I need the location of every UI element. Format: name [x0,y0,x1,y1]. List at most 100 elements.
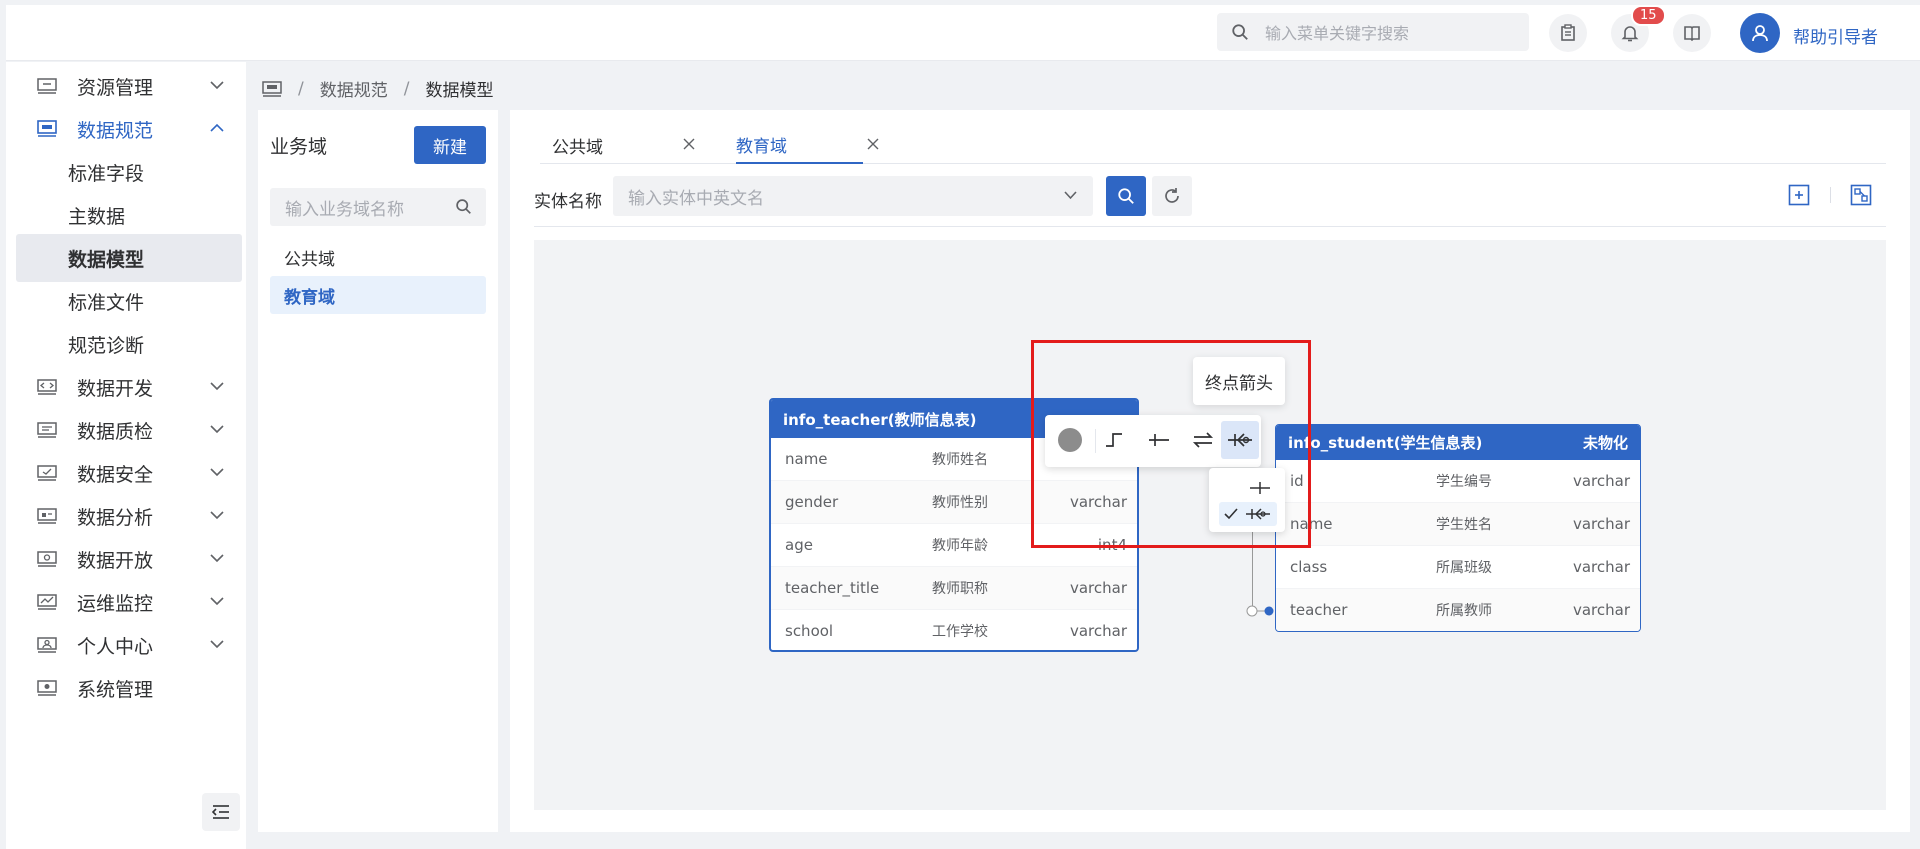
domain-search-input[interactable]: 输入业务域名称 [270,188,486,226]
field-comment: 工作学校 [932,624,988,640]
sidebar-item-data-spec[interactable]: 数据规范 [16,105,242,153]
field-name: gender [785,493,839,511]
sidebar-sub-diagnosis[interactable]: 规范诊断 [16,320,242,368]
add-box-icon [1788,184,1810,206]
menu-search-placeholder: 输入菜单关键字搜索 [1265,24,1410,43]
table-row[interactable]: id 学生编号 varchar [1276,460,1640,503]
chevron-down-icon [210,382,224,391]
field-name: class [1290,558,1328,576]
document-icon [37,422,57,438]
search-button[interactable] [1106,176,1146,216]
refresh-button[interactable] [1152,176,1192,216]
tab-bar: 公共域 教育域 [540,126,1886,164]
domain-panel: 业务域 新建 输入业务域名称 公共域 教育域 [258,110,498,832]
domain-search-placeholder: 输入业务域名称 [285,199,404,220]
home-monitor-icon[interactable] [262,80,282,97]
monitor-line-icon [37,594,57,610]
sidebar-item-quality[interactable]: 数据质检 [16,406,242,454]
field-comment: 教师职称 [932,581,988,597]
sidebar-sub-data-model[interactable]: 数据模型 [16,234,242,282]
breadcrumb-item[interactable]: 数据规范 [320,76,388,101]
tab-education[interactable]: 教育域 [736,126,879,164]
layout-icon [1850,184,1872,206]
field-comment: 学生姓名 [1436,517,1492,533]
sidebar-item-open[interactable]: 数据开放 [16,535,242,583]
field-type: varchar [1069,579,1127,597]
menu-search-input[interactable]: 输入菜单关键字搜索 [1217,13,1529,51]
monitor-icon [37,120,57,137]
sidebar-item-personal[interactable]: 个人中心 [16,621,242,669]
field-name: name [785,450,828,468]
sidebar-item-label: 数据开放 [77,549,154,572]
open-icon [37,551,57,567]
docs-button[interactable] [1673,14,1711,52]
clipboard-icon [1561,24,1575,41]
chevron-up-icon [210,123,224,132]
breadcrumb: / 数据规范 / 数据模型 [262,76,493,101]
sidebar-item-label: 数据质检 [77,420,154,443]
notification-button[interactable]: 15 [1611,5,1666,52]
search-icon[interactable] [455,198,472,215]
user-name[interactable]: 帮助引导者 [1793,23,1878,48]
chevron-down-icon [210,468,224,477]
breadcrumb-current: 数据模型 [425,81,494,101]
chevron-down-icon [1064,191,1077,200]
table-row[interactable]: teacher 所属教师 varchar [1276,589,1640,631]
entity-title: info_student(学生信息表) [1288,434,1483,452]
domain-item-education[interactable]: 教育域 [270,276,486,314]
field-name: school [785,622,834,640]
clipboard-button[interactable] [1549,14,1587,52]
new-domain-button[interactable]: 新建 [414,126,486,164]
entity-card-student[interactable]: info_student(学生信息表) 未物化 id 学生编号 varchar na… [1275,424,1641,632]
book-icon [1684,26,1700,42]
sidebar-sub-standard-field[interactable]: 标准字段 [16,148,242,196]
chevron-down-icon [210,81,224,90]
toolbar-divider [1830,187,1831,203]
sidebar-item-label: 数据开发 [77,377,154,400]
layout-button[interactable] [1848,182,1874,208]
entity-name-select[interactable]: 输入实体中英文名 [613,176,1093,216]
sidebar-item-dev[interactable]: 数据开发 [16,363,242,411]
sidebar-item-security[interactable]: 数据安全 [16,449,242,497]
relation-endpoint[interactable] [1245,601,1275,621]
tab-public[interactable]: 公共域 [552,126,698,164]
sidebar-sub-standard-file[interactable]: 标准文件 [16,277,242,325]
field-comment: 教师性别 [932,495,988,511]
sidebar-item-analysis[interactable]: 数据分析 [16,492,242,540]
entity-header[interactable]: info_student(学生信息表) 未物化 [1276,425,1640,460]
table-row[interactable]: school 工作学校 varchar [771,610,1137,650]
sidebar-sub-master-data[interactable]: 主数据 [16,191,242,239]
field-name: teacher_title [785,579,880,597]
field-comment: 所属班级 [1436,560,1492,576]
settings-icon [37,680,57,696]
user-icon [1752,25,1768,42]
sidebar-item-resource[interactable]: 资源管理 [16,62,242,110]
avatar[interactable] [1740,13,1780,53]
sidebar-item-label: 个人中心 [77,635,154,658]
sidebar-collapse-button[interactable] [202,793,240,831]
sidebar-item-ops[interactable]: 运维监控 [16,578,242,626]
chevron-down-icon [210,511,224,520]
add-entity-button[interactable] [1786,182,1812,208]
entity-title: info_teacher(教师信息表) [783,410,977,429]
sidebar-item-system[interactable]: 系统管理 [16,664,242,712]
domain-panel-title: 业务域 [270,136,328,158]
breadcrumb-separator: / [403,78,410,99]
table-row[interactable]: teacher_title 教师职称 varchar [771,567,1137,610]
field-comment: 教师姓名 [932,452,988,468]
domain-item-public[interactable]: 公共域 [270,238,486,276]
table-row[interactable]: name 学生姓名 varchar [1276,503,1640,546]
chevron-down-icon [210,425,224,434]
highlight-box [1031,340,1311,548]
table-row[interactable]: class 所属班级 varchar [1276,546,1640,589]
sidebar-item-label: 资源管理 [77,76,154,99]
sidebar-item-label: 运维监控 [77,592,154,615]
chart-icon [37,508,57,524]
field-type: varchar [1572,472,1630,490]
tab-label: 教育域 [736,136,787,157]
close-icon[interactable] [867,138,879,150]
close-icon[interactable] [683,138,695,150]
breadcrumb-separator: / [298,78,304,99]
sidebar-item-label: 数据规范 [77,119,154,142]
field-type: varchar [1572,558,1630,576]
